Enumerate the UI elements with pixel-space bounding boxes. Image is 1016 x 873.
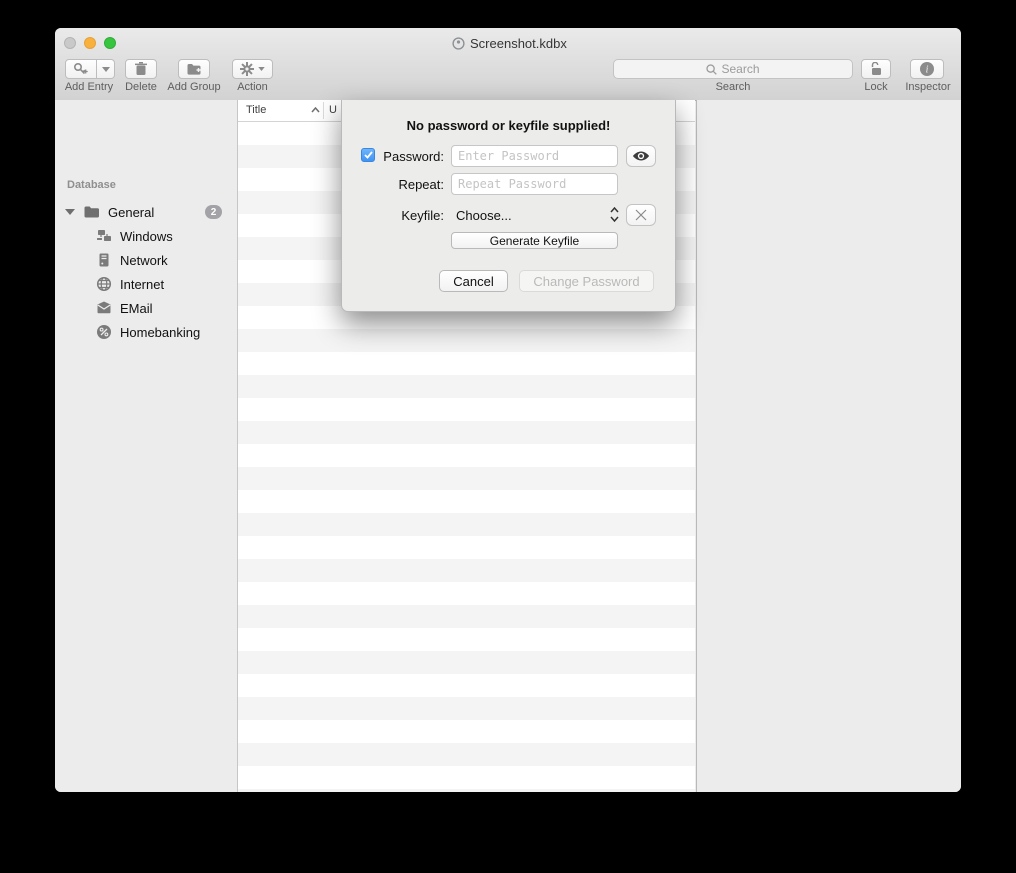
dialog-reveal-password-button[interactable] bbox=[626, 145, 656, 167]
eye-icon bbox=[632, 150, 650, 162]
column-header-username[interactable]: U bbox=[329, 104, 337, 116]
sidebar-item-windows[interactable]: Windows bbox=[55, 225, 237, 247]
sidebar-item-label: EMail bbox=[120, 301, 153, 316]
document-proxy-icon bbox=[452, 37, 465, 50]
sidebar-item-label: Homebanking bbox=[120, 325, 200, 340]
clear-keyfile-button[interactable] bbox=[626, 204, 656, 226]
percent-icon bbox=[96, 324, 112, 340]
sidebar-item-label: General bbox=[108, 205, 154, 220]
sidebar-item-internet[interactable]: Internet bbox=[55, 273, 237, 295]
lock-label: Lock bbox=[861, 81, 891, 93]
sidebar-item-email[interactable]: EMail bbox=[55, 297, 237, 319]
inspector-label: Inspector bbox=[902, 81, 954, 93]
cancel-button[interactable]: Cancel bbox=[439, 270, 508, 292]
sidebar-item-general[interactable]: General 2 bbox=[55, 201, 237, 223]
search-placeholder: Search bbox=[721, 62, 759, 76]
stepper-icon[interactable] bbox=[610, 206, 619, 223]
dialog-repeat-label: Repeat: bbox=[378, 177, 444, 192]
repeat-password-input[interactable] bbox=[451, 173, 618, 195]
envelope-icon bbox=[96, 300, 112, 316]
window-title: Screenshot.kdbx bbox=[470, 36, 567, 51]
close-button[interactable] bbox=[64, 37, 76, 49]
sort-ascending-icon bbox=[311, 107, 320, 113]
change-password-sheet: No password or keyfile supplied! Passwor… bbox=[341, 100, 676, 312]
enter-password-input[interactable] bbox=[451, 145, 618, 167]
checkmark-icon bbox=[364, 151, 373, 159]
add-group-label: Add Group bbox=[159, 81, 229, 93]
keyfile-popup[interactable]: Choose... bbox=[456, 208, 512, 223]
sidebar-item-label: Internet bbox=[120, 277, 164, 292]
lock-open-icon bbox=[870, 62, 883, 76]
add-entry-label: Add Entry bbox=[61, 81, 117, 93]
dialog-message: No password or keyfile supplied! bbox=[342, 118, 675, 133]
app-window: Screenshot.kdbx Add Entry Delete Add Gro… bbox=[55, 28, 961, 792]
folder-plus-icon bbox=[187, 63, 202, 75]
column-header-title[interactable]: Title bbox=[246, 104, 266, 116]
server-icon bbox=[96, 252, 112, 268]
key-plus-icon[interactable] bbox=[65, 59, 97, 79]
search-input[interactable]: Search bbox=[613, 59, 853, 79]
action-label: Action bbox=[232, 81, 273, 93]
entry-count-badge: 2 bbox=[205, 205, 222, 219]
sidebar-item-label: Network bbox=[120, 253, 168, 268]
sidebar-item-network[interactable]: Network bbox=[55, 249, 237, 271]
delete-button[interactable] bbox=[125, 59, 157, 79]
gear-icon bbox=[240, 62, 254, 76]
zoom-button[interactable] bbox=[104, 37, 116, 49]
dialog-keyfile-label: Keyfile: bbox=[378, 208, 444, 223]
action-button[interactable] bbox=[232, 59, 273, 79]
sidebar-section-header: Database bbox=[67, 179, 116, 191]
windows-network-icon bbox=[96, 228, 112, 244]
action-dropdown-arrow-icon bbox=[258, 67, 265, 71]
svg-text:i: i bbox=[926, 65, 929, 76]
dialog-password-label: Password: bbox=[378, 149, 444, 164]
inspector-button[interactable]: i bbox=[910, 59, 944, 79]
sidebar-item-homebanking[interactable]: Homebanking bbox=[55, 321, 237, 343]
globe-icon bbox=[96, 276, 112, 292]
change-password-button[interactable]: Change Password bbox=[519, 270, 654, 292]
trash-icon bbox=[135, 62, 147, 76]
window-title-area: Screenshot.kdbx bbox=[452, 35, 567, 52]
disclosure-triangle-icon[interactable] bbox=[65, 209, 75, 215]
lock-button[interactable] bbox=[861, 59, 891, 79]
search-label: Search bbox=[703, 81, 763, 93]
add-entry-button[interactable] bbox=[65, 59, 115, 79]
folder-icon bbox=[84, 204, 100, 220]
sidebar-item-label: Windows bbox=[120, 229, 173, 244]
search-icon bbox=[706, 64, 717, 75]
generate-keyfile-button[interactable]: Generate Keyfile bbox=[451, 232, 618, 249]
minimize-button[interactable] bbox=[84, 37, 96, 49]
add-group-button[interactable] bbox=[178, 59, 210, 79]
info-icon: i bbox=[920, 62, 934, 76]
add-entry-dropdown-arrow-icon[interactable] bbox=[97, 59, 115, 79]
inspector-panel: A Thing General Files Custom Autotype Ti… bbox=[696, 100, 961, 792]
column-divider[interactable] bbox=[323, 102, 324, 119]
desktop: { "window": { "title": "Screenshot.kdbx"… bbox=[0, 0, 1016, 873]
sidebar: Database General 2 Windows Network bbox=[55, 100, 238, 792]
window-chrome: Screenshot.kdbx Add Entry Delete Add Gro… bbox=[55, 28, 961, 101]
clear-x-icon bbox=[635, 209, 647, 221]
password-checkbox[interactable] bbox=[361, 148, 375, 162]
